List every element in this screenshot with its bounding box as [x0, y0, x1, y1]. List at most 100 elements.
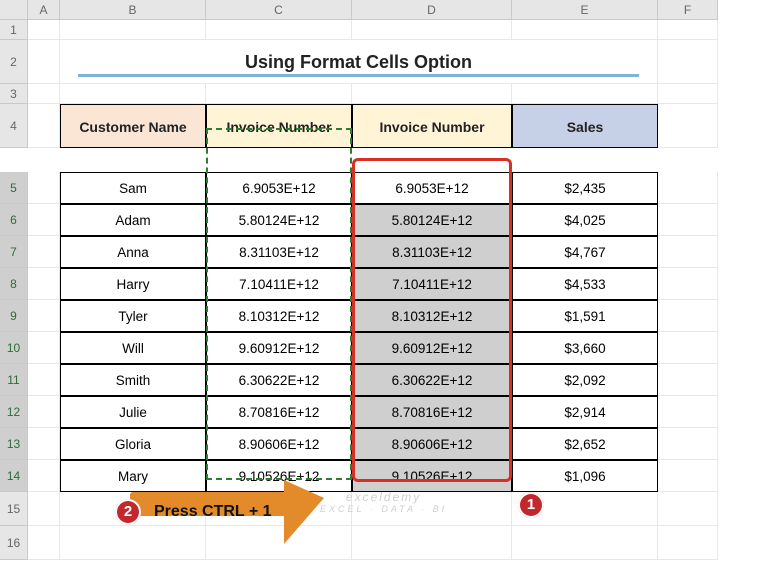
cell-b16[interactable]	[60, 526, 206, 560]
col-head-c[interactable]: C	[206, 0, 352, 20]
row-head-10[interactable]: 10	[0, 332, 28, 364]
cell-f12[interactable]	[658, 396, 718, 428]
row-head-14[interactable]: 14	[0, 460, 28, 492]
cell-sales-10[interactable]: $3,660	[512, 332, 658, 364]
cell-e3[interactable]	[512, 84, 658, 104]
cell-invoice1-6[interactable]: 5.80124E+12	[206, 204, 352, 236]
cell-f15[interactable]	[658, 492, 718, 526]
cell-sales-12[interactable]: $2,914	[512, 396, 658, 428]
cell-invoice2-8[interactable]: 7.10411E+12	[352, 268, 512, 300]
cell-a12[interactable]	[28, 396, 60, 428]
cell-name-7[interactable]: Anna	[60, 236, 206, 268]
header-customer-name[interactable]: Customer Name	[60, 104, 206, 148]
cell-name-5[interactable]: Sam	[60, 172, 206, 204]
spreadsheet-grid[interactable]: A B C D E F 1 2 Using Format Cells Optio…	[0, 0, 767, 148]
cell-f8[interactable]	[658, 268, 718, 300]
cell-f10[interactable]	[658, 332, 718, 364]
cell-name-11[interactable]: Smith	[60, 364, 206, 396]
cell-name-12[interactable]: Julie	[60, 396, 206, 428]
row-head-3[interactable]: 3	[0, 84, 28, 104]
header-invoice-number-1[interactable]: Invoice Number	[206, 104, 352, 148]
cell-invoice2-11[interactable]: 6.30622E+12	[352, 364, 512, 396]
cell-invoice1-5[interactable]: 6.9053E+12	[206, 172, 352, 204]
cell-invoice1-8[interactable]: 7.10411E+12	[206, 268, 352, 300]
cell-c1[interactable]	[206, 20, 352, 40]
cell-a8[interactable]	[28, 268, 60, 300]
cell-e1[interactable]	[512, 20, 658, 40]
cell-sales-14[interactable]: $1,096	[512, 460, 658, 492]
select-all-corner[interactable]	[0, 0, 28, 20]
cell-invoice2-5[interactable]: 6.9053E+12	[352, 172, 512, 204]
cell-name-14[interactable]: Mary	[60, 460, 206, 492]
cell-f11[interactable]	[658, 364, 718, 396]
cell-sales-9[interactable]: $1,591	[512, 300, 658, 332]
cell-name-13[interactable]: Gloria	[60, 428, 206, 460]
cell-sales-11[interactable]: $2,092	[512, 364, 658, 396]
cell-a7[interactable]	[28, 236, 60, 268]
cell-invoice1-10[interactable]: 9.60912E+12	[206, 332, 352, 364]
cell-a11[interactable]	[28, 364, 60, 396]
row-head-15[interactable]: 15	[0, 492, 28, 526]
cell-d15[interactable]	[352, 492, 512, 526]
cell-invoice2-9[interactable]: 8.10312E+12	[352, 300, 512, 332]
header-sales[interactable]: Sales	[512, 104, 658, 148]
cell-c16[interactable]	[206, 526, 352, 560]
cell-invoice1-9[interactable]: 8.10312E+12	[206, 300, 352, 332]
col-head-b[interactable]: B	[60, 0, 206, 20]
row-head-6[interactable]: 6	[0, 204, 28, 236]
cell-sales-5[interactable]: $2,435	[512, 172, 658, 204]
cell-name-8[interactable]: Harry	[60, 268, 206, 300]
cell-f3[interactable]	[658, 84, 718, 104]
cell-f7[interactable]	[658, 236, 718, 268]
row-head-12[interactable]: 12	[0, 396, 28, 428]
cell-invoice1-13[interactable]: 8.90606E+12	[206, 428, 352, 460]
cell-name-9[interactable]: Tyler	[60, 300, 206, 332]
cell-a14[interactable]	[28, 460, 60, 492]
cell-invoice1-14[interactable]: 9.10526E+12	[206, 460, 352, 492]
cell-c3[interactable]	[206, 84, 352, 104]
cell-d3[interactable]	[352, 84, 512, 104]
cell-f1[interactable]	[658, 20, 718, 40]
cell-invoice2-6[interactable]: 5.80124E+12	[352, 204, 512, 236]
cell-invoice1-7[interactable]: 8.31103E+12	[206, 236, 352, 268]
cell-a13[interactable]	[28, 428, 60, 460]
cell-a16[interactable]	[28, 526, 60, 560]
col-head-a[interactable]: A	[28, 0, 60, 20]
cell-a4[interactable]	[28, 104, 60, 148]
row-head-7[interactable]: 7	[0, 236, 28, 268]
cell-a3[interactable]	[28, 84, 60, 104]
row-head-11[interactable]: 11	[0, 364, 28, 396]
cell-f13[interactable]	[658, 428, 718, 460]
cell-a9[interactable]	[28, 300, 60, 332]
row-head-16[interactable]: 16	[0, 526, 28, 560]
cell-a2[interactable]	[28, 40, 60, 84]
cell-invoice1-12[interactable]: 8.70816E+12	[206, 396, 352, 428]
cell-a5[interactable]	[28, 172, 60, 204]
cell-sales-8[interactable]: $4,533	[512, 268, 658, 300]
row-head-13[interactable]: 13	[0, 428, 28, 460]
cell-invoice2-7[interactable]: 8.31103E+12	[352, 236, 512, 268]
cell-a1[interactable]	[28, 20, 60, 40]
col-head-d[interactable]: D	[352, 0, 512, 20]
cell-f14[interactable]	[658, 460, 718, 492]
cell-invoice2-14[interactable]: 9.10526E+12	[352, 460, 512, 492]
col-head-f[interactable]: F	[658, 0, 718, 20]
cell-sales-6[interactable]: $4,025	[512, 204, 658, 236]
cell-invoice2-12[interactable]: 8.70816E+12	[352, 396, 512, 428]
col-head-e[interactable]: E	[512, 0, 658, 20]
cell-e16[interactable]	[512, 526, 658, 560]
cell-a15[interactable]	[28, 492, 60, 526]
cell-name-6[interactable]: Adam	[60, 204, 206, 236]
cell-a10[interactable]	[28, 332, 60, 364]
cell-a6[interactable]	[28, 204, 60, 236]
cell-f4[interactable]	[658, 104, 718, 148]
row-head-1[interactable]: 1	[0, 20, 28, 40]
cell-b1[interactable]	[60, 20, 206, 40]
cell-f5[interactable]	[658, 172, 718, 204]
cell-d1[interactable]	[352, 20, 512, 40]
cell-sales-13[interactable]: $2,652	[512, 428, 658, 460]
cell-invoice2-10[interactable]: 9.60912E+12	[352, 332, 512, 364]
cell-b3[interactable]	[60, 84, 206, 104]
cell-invoice2-13[interactable]: 8.90606E+12	[352, 428, 512, 460]
cell-f9[interactable]	[658, 300, 718, 332]
